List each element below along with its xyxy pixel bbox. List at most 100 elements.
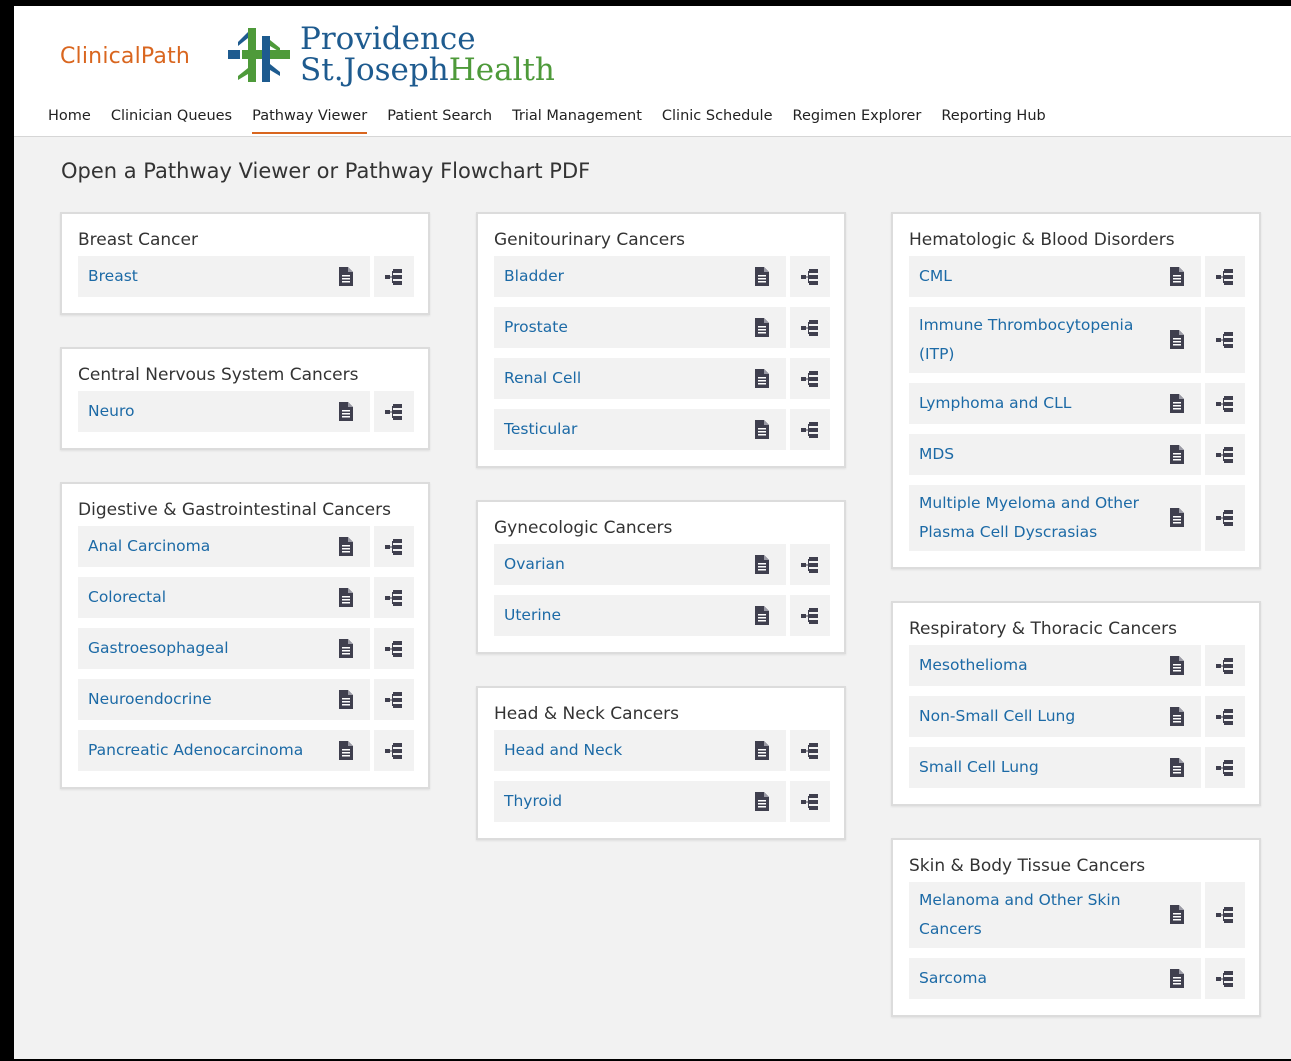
pathway-label[interactable]: Testicular: [504, 415, 746, 444]
pathway-link-lymphoma-and-cll[interactable]: Lymphoma and CLL: [909, 383, 1201, 424]
pathway-link-breast[interactable]: Breast: [78, 256, 370, 297]
pathway-link-sarcoma[interactable]: Sarcoma: [909, 958, 1201, 999]
flowchart-icon[interactable]: [374, 391, 414, 432]
pathway-link-uterine[interactable]: Uterine: [494, 595, 786, 636]
pathway-link-cml[interactable]: CML: [909, 256, 1201, 297]
flowchart-icon[interactable]: [1205, 882, 1245, 948]
pathway-link-thyroid[interactable]: Thyroid: [494, 781, 786, 822]
pathway-link-mds[interactable]: MDS: [909, 434, 1201, 475]
pathway-label[interactable]: Bladder: [504, 262, 746, 291]
pathway-label[interactable]: Neuro: [88, 397, 330, 426]
pathway-label[interactable]: Renal Cell: [504, 364, 746, 393]
pathway-label[interactable]: Lymphoma and CLL: [919, 389, 1161, 418]
pathway-label[interactable]: Mesothelioma: [919, 651, 1161, 680]
flowchart-icon[interactable]: [374, 628, 414, 669]
nav-tab-regimen-explorer[interactable]: Regimen Explorer: [793, 108, 922, 134]
pathway-link-neuroendocrine[interactable]: Neuroendocrine: [78, 679, 370, 720]
document-icon[interactable]: [754, 791, 772, 812]
flowchart-icon[interactable]: [1205, 256, 1245, 297]
pathway-link-melanoma-and-other-skin-cancers[interactable]: Melanoma and Other Skin Cancers: [909, 882, 1201, 948]
nav-tab-home[interactable]: Home: [48, 108, 91, 134]
flowchart-icon[interactable]: [1205, 307, 1245, 373]
flowchart-icon[interactable]: [790, 595, 830, 636]
pathway-label[interactable]: Breast: [88, 262, 330, 291]
flowchart-icon[interactable]: [790, 544, 830, 585]
flowchart-icon[interactable]: [374, 730, 414, 771]
pathway-label[interactable]: MDS: [919, 440, 1161, 469]
nav-tab-patient-search[interactable]: Patient Search: [387, 108, 492, 134]
pathway-link-renal-cell[interactable]: Renal Cell: [494, 358, 786, 399]
pathway-label[interactable]: Thyroid: [504, 787, 746, 816]
pathway-label[interactable]: Head and Neck: [504, 736, 746, 765]
document-icon[interactable]: [338, 401, 356, 422]
document-icon[interactable]: [1169, 330, 1187, 350]
pathway-link-bladder[interactable]: Bladder: [494, 256, 786, 297]
pathway-label[interactable]: Colorectal: [88, 583, 330, 612]
nav-tab-clinician-queues[interactable]: Clinician Queues: [111, 108, 232, 134]
pathway-link-prostate[interactable]: Prostate: [494, 307, 786, 348]
flowchart-icon[interactable]: [790, 358, 830, 399]
pathway-label[interactable]: Sarcoma: [919, 964, 1161, 993]
document-icon[interactable]: [1169, 655, 1187, 676]
document-icon[interactable]: [754, 554, 772, 575]
pathway-label[interactable]: Anal Carcinoma: [88, 532, 330, 561]
document-icon[interactable]: [338, 740, 356, 761]
document-icon[interactable]: [1169, 508, 1187, 528]
pathway-label[interactable]: Prostate: [504, 313, 746, 342]
pathway-label[interactable]: Multiple Myeloma and Other Plasma Cell D…: [919, 489, 1161, 547]
flowchart-icon[interactable]: [1205, 747, 1245, 788]
pathway-label[interactable]: CML: [919, 262, 1161, 291]
pathway-label[interactable]: Immune Thrombocytopenia (ITP): [919, 311, 1161, 369]
nav-tab-trial-management[interactable]: Trial Management: [512, 108, 642, 134]
flowchart-icon[interactable]: [790, 307, 830, 348]
flowchart-icon[interactable]: [374, 577, 414, 618]
flowchart-icon[interactable]: [1205, 383, 1245, 424]
document-icon[interactable]: [1169, 393, 1187, 414]
document-icon[interactable]: [1169, 905, 1187, 925]
pathway-link-mesothelioma[interactable]: Mesothelioma: [909, 645, 1201, 686]
pathway-link-head-and-neck[interactable]: Head and Neck: [494, 730, 786, 771]
flowchart-icon[interactable]: [374, 526, 414, 567]
pathway-label[interactable]: Uterine: [504, 601, 746, 630]
document-icon[interactable]: [338, 536, 356, 557]
pathway-label[interactable]: Melanoma and Other Skin Cancers: [919, 886, 1161, 944]
document-icon[interactable]: [338, 638, 356, 659]
pathway-link-immune-thrombocytopenia-itp[interactable]: Immune Thrombocytopenia (ITP): [909, 307, 1201, 373]
flowchart-icon[interactable]: [1205, 434, 1245, 475]
pathway-link-testicular[interactable]: Testicular: [494, 409, 786, 450]
flowchart-icon[interactable]: [1205, 958, 1245, 999]
pathway-link-small-cell-lung[interactable]: Small Cell Lung: [909, 747, 1201, 788]
flowchart-icon[interactable]: [374, 679, 414, 720]
nav-tab-pathway-viewer[interactable]: Pathway Viewer: [252, 108, 368, 134]
document-icon[interactable]: [754, 605, 772, 626]
flowchart-icon[interactable]: [1205, 485, 1245, 551]
pathway-link-neuro[interactable]: Neuro: [78, 391, 370, 432]
pathway-label[interactable]: Gastroesophageal: [88, 634, 330, 663]
document-icon[interactable]: [1169, 757, 1187, 778]
document-icon[interactable]: [754, 740, 772, 761]
flowchart-icon[interactable]: [1205, 645, 1245, 686]
pathway-label[interactable]: Neuroendocrine: [88, 685, 330, 714]
document-icon[interactable]: [338, 689, 356, 710]
document-icon[interactable]: [1169, 968, 1187, 989]
pathway-label[interactable]: Pancreatic Adenocarcinoma: [88, 736, 330, 765]
document-icon[interactable]: [754, 317, 772, 338]
flowchart-icon[interactable]: [374, 256, 414, 297]
flowchart-icon[interactable]: [790, 256, 830, 297]
pathway-link-ovarian[interactable]: Ovarian: [494, 544, 786, 585]
document-icon[interactable]: [754, 266, 772, 287]
nav-tab-reporting-hub[interactable]: Reporting Hub: [941, 108, 1045, 134]
document-icon[interactable]: [1169, 706, 1187, 727]
flowchart-icon[interactable]: [790, 409, 830, 450]
pathway-link-colorectal[interactable]: Colorectal: [78, 577, 370, 618]
document-icon[interactable]: [1169, 444, 1187, 465]
flowchart-icon[interactable]: [1205, 696, 1245, 737]
pathway-label[interactable]: Ovarian: [504, 550, 746, 579]
pathway-link-gastroesophageal[interactable]: Gastroesophageal: [78, 628, 370, 669]
document-icon[interactable]: [338, 587, 356, 608]
app-brand[interactable]: ClinicalPath: [60, 44, 190, 69]
pathway-link-multiple-myeloma-and-other-plasma-cell-dyscrasias[interactable]: Multiple Myeloma and Other Plasma Cell D…: [909, 485, 1201, 551]
document-icon[interactable]: [754, 419, 772, 440]
pathway-link-pancreatic-adenocarcinoma[interactable]: Pancreatic Adenocarcinoma: [78, 730, 370, 771]
pathway-label[interactable]: Non-Small Cell Lung: [919, 702, 1161, 731]
